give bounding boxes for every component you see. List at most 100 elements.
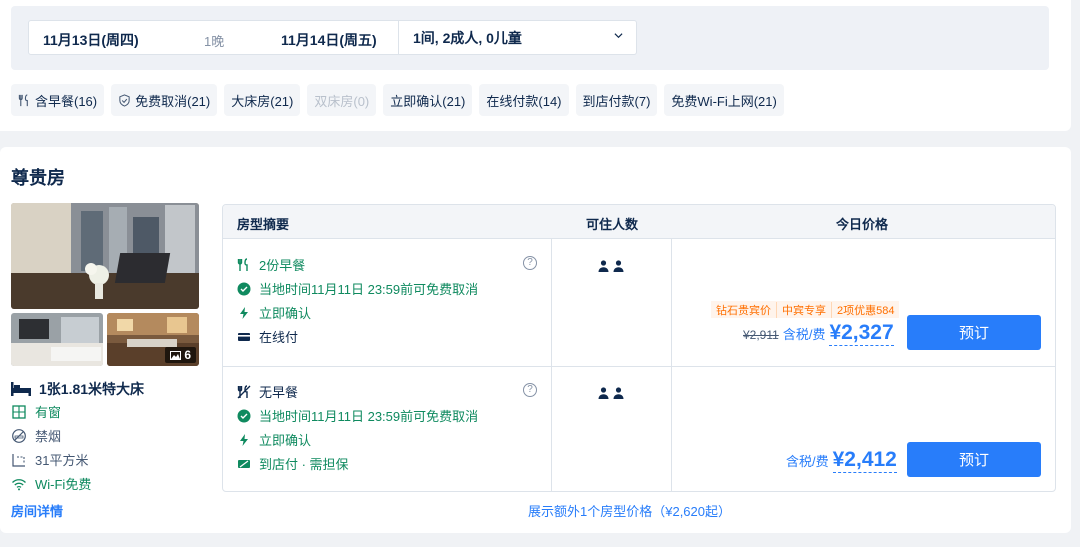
bed-type: 1张1.81米特大床 <box>11 379 144 399</box>
feature-online-pay: 在线付 <box>237 327 298 346</box>
feature-free-cancel: 当地时间11月11日 23:59前可免费取消 <box>237 406 478 425</box>
feature-free-cancel: 当地时间11月11日 23:59前可免费取消 <box>237 279 478 298</box>
chevron-down-icon[interactable] <box>614 31 623 40</box>
person-icon <box>613 260 624 272</box>
price-block: 含税/费 ¥2,412 <box>786 448 897 473</box>
filter-label: 免费取消(21) <box>135 93 211 109</box>
feature-no-breakfast: 无早餐 <box>237 382 298 401</box>
feature-instant-confirm: 立即确认 <box>237 430 311 449</box>
feature-label: 在线付 <box>259 330 299 345</box>
more-rates-link[interactable]: 展示额外1个房型价格（¥2,620起） <box>528 501 731 520</box>
nights-count: 1晚 <box>204 34 225 49</box>
lightning-icon <box>240 433 248 446</box>
person-icon <box>613 387 624 399</box>
attr-area: 31平方米 <box>11 450 88 469</box>
tax-label: 含税/费 <box>786 454 829 469</box>
checkout-date[interactable]: 11月14日(周五) <box>281 30 377 50</box>
filter-label: 大床房(21) <box>231 93 294 109</box>
feature-label: 当地时间11月11日 23:59前可免费取消 <box>259 409 479 424</box>
header-occupancy: 可住人数 <box>586 217 639 232</box>
book-button[interactable]: 预订 <box>907 442 1041 477</box>
filter-label: 到店付款(7) <box>582 93 651 109</box>
feature-label: 无早餐 <box>259 385 299 400</box>
lightning-icon <box>240 306 248 319</box>
header-price: 今日价格 <box>836 217 889 232</box>
feature-instant-confirm: 立即确认 <box>237 303 311 322</box>
search-box[interactable]: 11月13日(周四) 1晚 11月14日(周五) 1间, 2成人, 0儿童 <box>28 20 637 55</box>
feature-pay-at-hotel: 到店付 · 需担保 <box>237 454 349 473</box>
promo-tag: 中宾专享 <box>777 301 832 318</box>
utensils-icon <box>237 257 248 271</box>
room-photo-main[interactable] <box>11 203 199 309</box>
photo-count: 6 <box>184 348 191 362</box>
feature-label: 立即确认 <box>259 433 312 448</box>
filter-label: 免费Wi-Fi上网(21) <box>671 93 777 109</box>
promo-tag: 钻石贵宾价 <box>711 301 777 318</box>
filter-pay-at-hotel[interactable]: 到店付款(7) <box>575 84 658 116</box>
filter-label: 立即确认(21) <box>390 93 466 109</box>
rate-table: 房型摘要 可住人数 今日价格 2份早餐 ? 当地时间11月11日 23:59前可… <box>222 204 1056 492</box>
shield-check-icon <box>119 93 130 107</box>
promo-tags: 钻石贵宾价 中宾专享 2项优惠584 <box>711 301 900 318</box>
check-circle-icon <box>237 282 251 295</box>
filter-twin-bed: 双床房(0) <box>307 84 377 116</box>
occupancy-icons <box>598 260 624 272</box>
filter-free-wifi[interactable]: 免费Wi-Fi上网(21) <box>664 84 784 116</box>
utensils-icon <box>18 93 28 106</box>
filter-free-cancel[interactable]: 免费取消(21) <box>111 84 218 116</box>
no-utensils-icon <box>237 384 251 398</box>
current-price[interactable]: ¥2,412 <box>832 448 897 473</box>
feature-breakfast: 2份早餐 <box>237 255 305 274</box>
search-card: 11月13日(周四) 1晚 11月14日(周五) 1间, 2成人, 0儿童 含早… <box>0 0 1071 131</box>
current-price[interactable]: ¥2,327 <box>829 321 894 346</box>
filter-label: 双床房(0) <box>314 93 370 109</box>
attr-label: 31平方米 <box>35 453 89 468</box>
attr-wifi: Wi-Fi免费 <box>11 474 91 493</box>
filter-instant-confirm[interactable]: 立即确认(21) <box>383 84 473 116</box>
photo-count-badge[interactable]: 6 <box>165 347 196 363</box>
room-title: 尊贵房 <box>11 168 65 188</box>
room-photo-thumb[interactable] <box>11 313 103 366</box>
room-detail-link[interactable]: 房间详情 <box>11 501 63 520</box>
attr-label: 有窗 <box>35 405 62 420</box>
feature-label: 当地时间11月11日 23:59前可免费取消 <box>259 282 479 297</box>
table-header: 房型摘要 可住人数 今日价格 <box>223 205 1055 239</box>
feature-label: 到店付 · 需担保 <box>259 457 349 472</box>
attr-label: Wi-Fi免费 <box>35 477 92 492</box>
attr-label: 禁烟 <box>35 429 62 444</box>
occupancy-icons <box>598 387 624 399</box>
divider <box>223 366 1055 367</box>
promo-tag[interactable]: 2项优惠584 <box>832 302 899 318</box>
attr-window: 有窗 <box>11 402 61 421</box>
help-icon[interactable]: ? <box>523 383 537 397</box>
filter-label: 在线付款(14) <box>486 93 562 109</box>
filter-online-pay[interactable]: 在线付款(14) <box>479 84 569 116</box>
person-icon <box>598 387 609 399</box>
person-icon <box>598 260 609 272</box>
room-photo-thumb[interactable]: 6 <box>107 313 199 366</box>
wifi-icon <box>12 478 26 490</box>
no-smoking-icon <box>12 428 26 443</box>
bed-icon <box>11 382 31 396</box>
filter-breakfast[interactable]: 含早餐(16) <box>11 84 105 116</box>
room-card: 尊贵房 6 1张1.81米特大床 有窗 禁烟 31平方米 Wi-Fi免费 房间详… <box>0 147 1071 533</box>
book-button[interactable]: 预订 <box>907 315 1041 350</box>
filter-king-bed[interactable]: 大床房(21) <box>224 84 301 116</box>
checkin-date[interactable]: 11月13日(周四) <box>43 30 139 50</box>
guests-selector[interactable]: 1间, 2成人, 0儿童 <box>413 28 522 48</box>
hotel-pay-icon <box>238 459 250 468</box>
window-icon <box>12 404 26 419</box>
divider <box>398 21 399 54</box>
check-circle-icon <box>237 409 251 422</box>
feature-label: 立即确认 <box>259 306 312 321</box>
credit-card-icon <box>238 332 250 341</box>
help-icon[interactable]: ? <box>523 256 537 270</box>
tax-label: 含税/费 <box>782 327 826 342</box>
header-summary: 房型摘要 <box>237 217 290 232</box>
area-icon <box>12 453 25 467</box>
image-icon <box>170 350 182 360</box>
feature-label: 2份早餐 <box>259 258 306 273</box>
price-block: ¥2,911 含税/费 ¥2,327 <box>743 321 894 346</box>
bed-label: 1张1.81米特大床 <box>39 381 145 397</box>
attr-nonsmoking: 禁烟 <box>11 426 61 445</box>
